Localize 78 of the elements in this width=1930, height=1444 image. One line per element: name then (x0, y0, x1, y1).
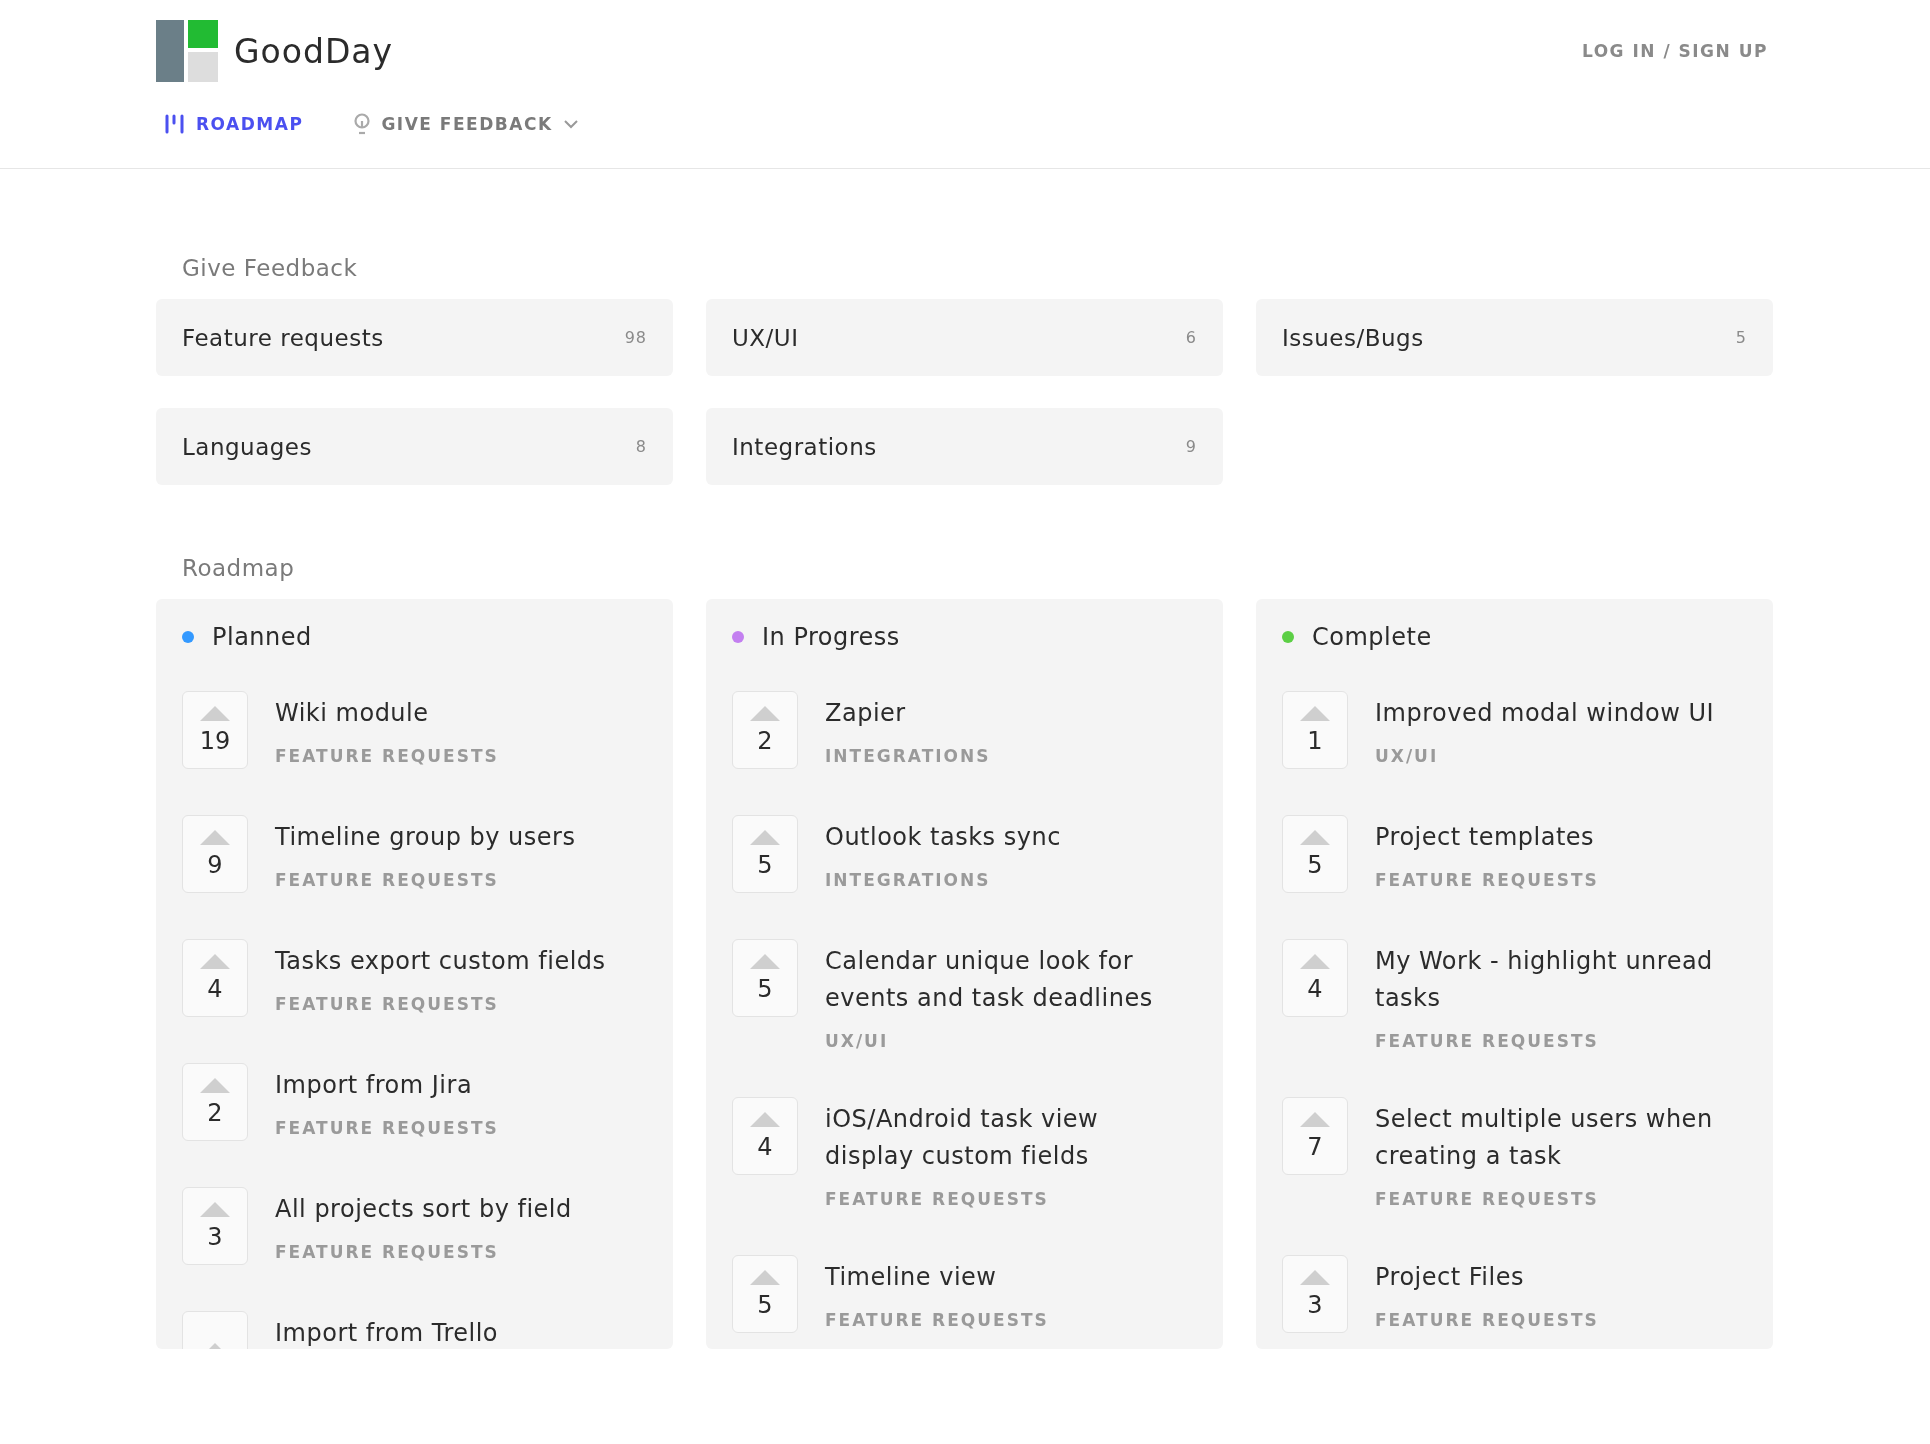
item-title[interactable]: My Work - highlight unread tasks (1375, 943, 1720, 1017)
category-card[interactable]: Integrations 9 (706, 408, 1223, 485)
upvote-icon (1300, 1269, 1330, 1285)
section-title: Give Feedback (182, 255, 359, 281)
upvote-icon (750, 829, 780, 845)
upvote-button[interactable]: 9 (182, 815, 248, 893)
item-category: FEATURE REQUESTS (1375, 1310, 1599, 1330)
column-title: In Progress (762, 623, 900, 651)
brand-name: GoodDay (234, 31, 394, 71)
upvote-button[interactable]: 5 (732, 939, 798, 1017)
upvote-icon (200, 953, 230, 969)
item-category: FEATURE REQUESTS (1375, 870, 1599, 890)
lightbulb-icon (353, 112, 372, 136)
caret-icon (562, 119, 579, 129)
category-card[interactable]: Languages 8 (156, 408, 673, 485)
nav-tab[interactable]: GIVE FEEDBACK (353, 112, 579, 138)
item-title[interactable]: Project Files (1375, 1259, 1599, 1296)
upvote-icon (200, 1201, 230, 1217)
item-title[interactable]: Zapier (825, 695, 991, 732)
upvote-icon (200, 705, 230, 721)
item-title[interactable]: Timeline view (825, 1259, 1049, 1296)
item-title[interactable]: Select multiple users when creating a task (1375, 1101, 1720, 1175)
item-category: FEATURE REQUESTS (825, 1189, 1050, 1209)
upvote-button[interactable]: 4 (1282, 939, 1348, 1017)
roadmap-icon (164, 113, 186, 135)
nav-tab[interactable]: ROADMAP (164, 113, 304, 137)
column-title: Complete (1312, 623, 1432, 651)
upvote-button[interactable]: 3 (182, 1187, 248, 1265)
item-title[interactable]: All projects sort by field (275, 1191, 572, 1228)
item-title[interactable]: Timeline group by users (275, 819, 576, 856)
upvote-button[interactable]: 5 (732, 815, 798, 893)
upvote-button[interactable]: 5 (1282, 815, 1348, 893)
upvote-icon (1300, 705, 1330, 721)
upvote-button[interactable]: 2 (182, 1063, 248, 1141)
item-category: FEATURE REQUESTS (1375, 1189, 1600, 1209)
item-title[interactable]: Tasks export custom fields (275, 943, 606, 980)
upvote-icon (200, 829, 230, 845)
item-category: FEATURE REQUESTS (275, 1242, 500, 1262)
upvote-button[interactable]: 7 (1282, 1097, 1348, 1175)
item-category: FEATURE REQUESTS (825, 1310, 1049, 1330)
upvote-icon (750, 1269, 780, 1285)
section-title: Roadmap (182, 555, 296, 581)
upvote-button[interactable]: 4 (732, 1097, 798, 1175)
logo-icon (156, 20, 218, 82)
item-title[interactable]: Improved modal window UI (1375, 695, 1715, 732)
item-category: FEATURE REQUESTS (1375, 1031, 1600, 1051)
item-category: FEATURE REQUESTS (275, 870, 500, 890)
item-category: FEATURE REQUESTS (275, 994, 500, 1014)
upvote-icon (200, 1077, 230, 1093)
upvote-button[interactable]: 3 (1282, 1255, 1348, 1333)
item-category: UX/UI (825, 1031, 890, 1051)
item-title[interactable]: Import from Jira (275, 1067, 499, 1104)
item-title[interactable]: Calendar unique look for events and task deadlines (825, 943, 1170, 1017)
item-category: INTEGRATIONS (825, 746, 991, 766)
item-title[interactable]: Outlook tasks sync (825, 819, 1061, 856)
upvote-button[interactable]: 19 (182, 691, 248, 769)
upvote-icon (750, 953, 780, 969)
upvote-button[interactable]: 1 (1282, 691, 1348, 769)
item-title[interactable]: Project templates (1375, 819, 1599, 856)
category-card[interactable]: Feature requests 98 (156, 299, 673, 376)
item-category: FEATURE REQUESTS (275, 1118, 499, 1138)
item-category: UX/UI (1375, 746, 1440, 766)
upvote-button[interactable]: 5 (732, 1255, 798, 1333)
item-category: INTEGRATIONS (825, 870, 992, 890)
item-title[interactable]: Wiki module (275, 695, 499, 732)
upvote-button[interactable]: 2 (732, 691, 798, 769)
upvote-icon (1300, 1111, 1330, 1127)
upvote-icon (1300, 953, 1330, 969)
category-card[interactable]: UX/UI 6 (706, 299, 1223, 376)
upvote-icon (750, 1111, 780, 1127)
upvote-icon (750, 705, 780, 721)
category-card[interactable]: Issues/Bugs 5 (1256, 299, 1773, 376)
column-title: Planned (212, 623, 312, 651)
upvote-button[interactable]: 4 (182, 939, 248, 1017)
item-title[interactable]: Import from Trello (275, 1315, 499, 1349)
item-category: FEATURE REQUESTS (275, 746, 499, 766)
upvote-icon (1300, 829, 1330, 845)
item-title[interactable]: iOS/Android task view display custom fields (825, 1101, 1170, 1175)
